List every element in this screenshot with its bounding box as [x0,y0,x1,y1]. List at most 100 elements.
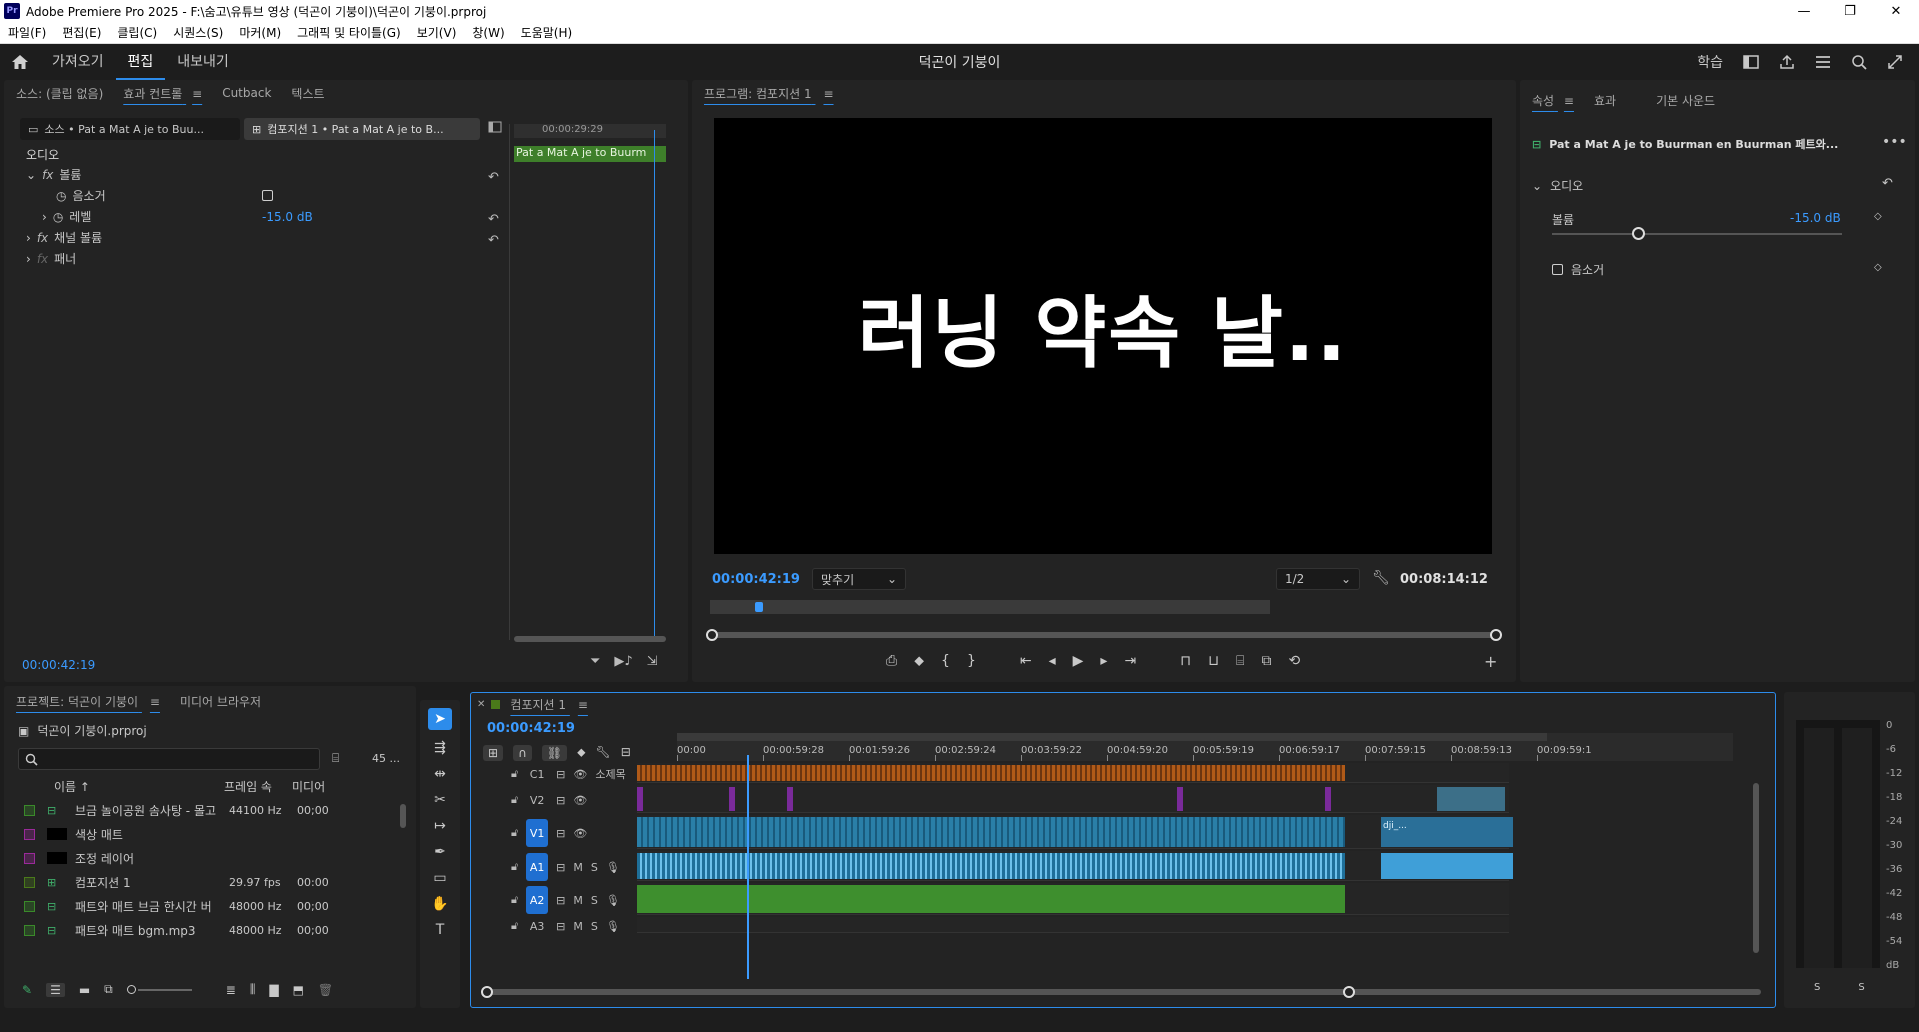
solo-right-button[interactable]: S [1858,982,1864,993]
workspaces-icon[interactable] [1815,55,1831,69]
menu-clip[interactable]: 클립(C) [109,24,165,41]
type-tool-icon[interactable]: T [436,922,445,938]
lock-icon[interactable]: 🔓︎ [511,893,518,907]
menu-help[interactable]: 도움말(H) [513,24,581,41]
fx-icon[interactable]: fx [37,231,48,245]
panel-menu-icon[interactable]: ≡ [570,698,588,712]
menu-view[interactable]: 보기(V) [409,24,465,41]
lock-icon[interactable]: 🔓︎ [511,767,518,781]
track-target[interactable]: A2 [526,886,549,914]
add-button-icon[interactable]: + [1484,652,1497,671]
fx-icon[interactable]: fx [42,168,53,182]
scroll-handle-right[interactable] [1343,986,1355,998]
export-icon[interactable]: ⇲ [647,654,658,669]
label-color-swatch[interactable] [24,876,35,888]
automate-icon[interactable]: ⫼ [250,982,256,997]
column-name[interactable]: 이름 ↑ [54,778,224,795]
razor-tool-icon[interactable]: ✂ [434,792,446,808]
more-options-icon[interactable]: ••• [1882,134,1907,150]
level-value[interactable]: -15.0 dB [262,210,313,224]
panel-menu-icon[interactable]: ≡ [815,87,833,101]
filter-icon[interactable]: ⏷ [590,654,600,669]
program-timecode[interactable]: 00:00:42:19 [712,572,800,587]
mini-zoom-scrollbar[interactable] [514,636,666,642]
new-bin-icon[interactable]: ▇ [269,983,278,997]
hand-tool-icon[interactable]: ✋ [431,896,448,912]
effect-row-volume[interactable]: ⌄ fx 볼륨 [12,164,512,185]
menu-graphics[interactable]: 그래픽 및 타이틀(G) [289,24,409,41]
freeform-view-icon[interactable]: ⧉ [104,982,113,997]
mute-track-button[interactable]: M [573,894,583,907]
solo-track-button[interactable]: S [591,920,598,933]
list-item[interactable]: ⊟ 브금 놀이공원 솜사탕 - 몰고 44100 Hz 00;00 [18,798,398,822]
source-clip-chip[interactable]: ▭ 소스 • Pat a Mat A je to Buu... [20,118,240,140]
menu-sequence[interactable]: 시퀀스(S) [165,24,231,41]
go-to-in-icon[interactable]: ⇤ [1020,653,1032,669]
home-icon[interactable] [0,44,40,80]
tab-effects[interactable]: 효과 [1584,92,1626,109]
panel-menu-icon[interactable]: ≡ [186,87,202,101]
stopwatch-icon[interactable]: ◷ [56,189,66,203]
video-clip-end[interactable] [1437,787,1505,811]
slip-tool-icon[interactable]: ↦ [434,818,446,834]
eye-icon[interactable]: 👁︎ [573,827,587,840]
label-color-swatch[interactable] [24,804,35,816]
maximize-icon[interactable]: ❐ [1827,4,1873,19]
track-header-c1[interactable]: 🔓︎ C1 ⊟ 👁︎ 소제목 [511,763,631,785]
tab-export[interactable]: 내보내기 [165,44,241,80]
adjustment-clip[interactable] [1325,787,1331,811]
column-frame-rate[interactable]: 프레임 속 [224,778,292,795]
overwrite-icon[interactable]: ⊔ [1208,653,1219,669]
mute-checkbox[interactable] [262,190,273,201]
label-color-swatch[interactable] [24,852,35,864]
video-clip-end[interactable]: dji_... [1381,817,1513,847]
timeline-timecode[interactable]: 00:00:42:19 [487,721,575,736]
panel-menu-icon[interactable]: ≡ [1558,94,1574,108]
tab-effect-controls[interactable]: 효과 컨트롤 ≡ [113,85,212,102]
fullscreen-icon[interactable] [1887,54,1903,70]
nest-toggle-icon[interactable]: ⊞ [483,745,504,761]
video-clip[interactable] [637,817,1345,847]
project-search-input[interactable] [18,748,320,770]
chevron-down-icon[interactable]: ⌄ [26,168,36,182]
mark-out-icon[interactable]: } [967,653,976,669]
track-target[interactable]: A3 [526,919,548,933]
track-target[interactable]: C1 [526,765,548,783]
effect-row-level[interactable]: › ◷ 레벨 -15.0 dB [12,206,512,227]
timecode-value[interactable]: 00:00:42:19 [22,658,95,672]
empty-lane[interactable] [637,919,1345,931]
wrench-icon[interactable]: 🔧︎ [1372,570,1390,586]
reset-icon[interactable]: ↶ [488,230,499,251]
compare-icon[interactable]: ⧉ [1261,653,1271,669]
keyframe-icon[interactable]: ◇ [1874,262,1882,273]
column-media[interactable]: 미디어 [292,778,332,795]
tab-import[interactable]: 가져오기 [40,44,116,80]
vr-icon[interactable]: ⟲ [1288,653,1300,669]
learn-button[interactable]: 학습 [1697,52,1723,72]
menu-edit[interactable]: 편집(E) [54,24,109,41]
audio-clip-end[interactable] [1381,853,1513,879]
solo-track-button[interactable]: S [591,861,598,874]
list-item[interactable]: ⊞ 컴포지션 1 29.97 fps 00:00 [18,870,398,894]
label-color-swatch[interactable] [24,924,35,936]
adjustment-clips[interactable] [637,787,1345,811]
work-area-bar[interactable] [677,733,1547,741]
adjustment-clip[interactable] [729,787,735,811]
insert-icon[interactable]: ⊓ [1180,653,1191,669]
track-header-v1[interactable]: 🔓︎ V1 ⊟ 👁︎ [511,815,631,851]
video-preview[interactable]: 러닝 약속 날.. [714,118,1492,554]
mark-in-icon[interactable]: { [941,653,950,669]
track-target[interactable]: V2 [526,787,548,813]
microphone-icon[interactable]: 🎙︎ [606,894,620,907]
fx-icon[interactable]: fx [37,252,48,266]
chevron-right-icon[interactable]: › [26,231,31,245]
tab-source[interactable]: 소스: (클립 없음) [6,85,113,102]
reset-icon[interactable]: ↶ [488,209,499,230]
sort-icons-icon[interactable]: ≣ [226,983,236,997]
pencil-icon[interactable]: ✎ [22,983,32,997]
mini-playhead[interactable] [654,130,655,642]
eye-icon[interactable]: 👁︎ [573,794,587,807]
linked-selection-icon[interactable]: ⛓ [541,745,568,761]
label-color-swatch[interactable] [24,828,35,840]
tab-text[interactable]: 텍스트 [281,85,334,102]
